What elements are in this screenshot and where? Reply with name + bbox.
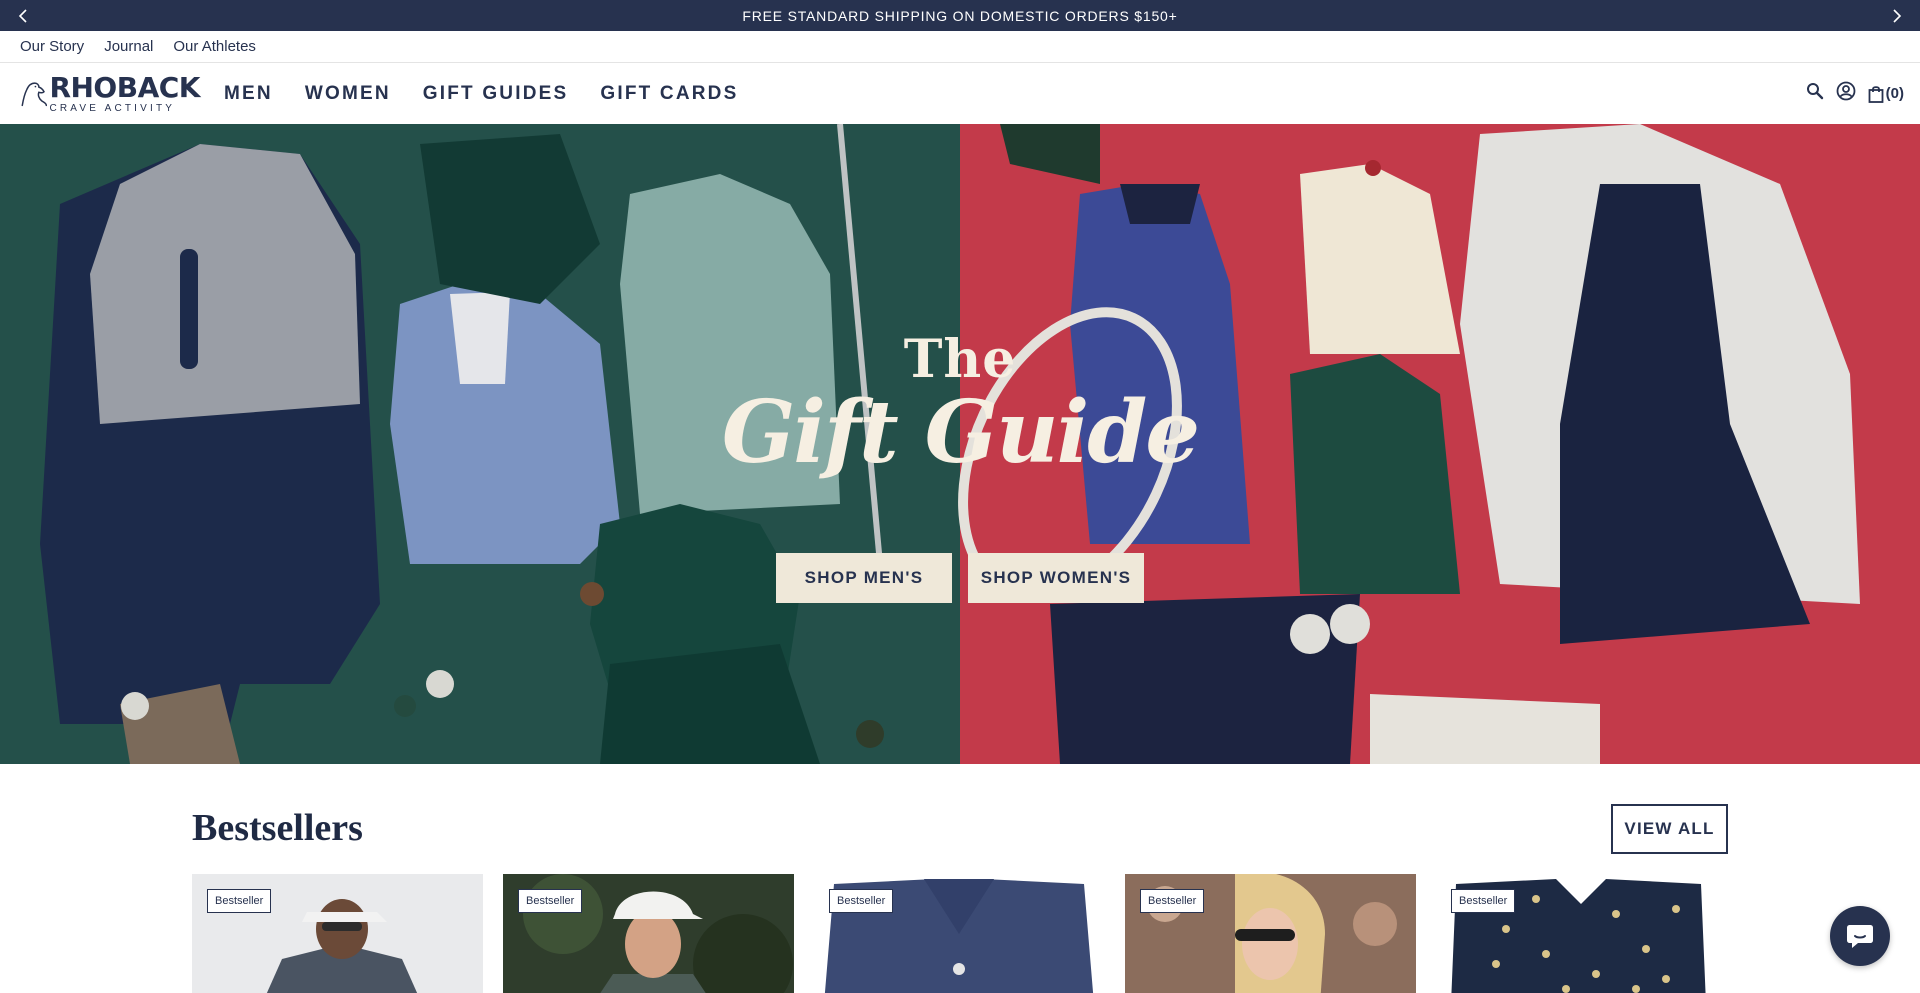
product-card[interactable]: Bestseller	[814, 874, 1105, 993]
bag-icon	[1868, 85, 1884, 103]
product-card[interactable]: Bestseller	[1436, 874, 1727, 993]
bestsellers-heading: Bestsellers	[192, 807, 363, 849]
announcement-text: FREE STANDARD SHIPPING ON DOMESTIC ORDER…	[742, 7, 1178, 24]
bestseller-badge: Bestseller	[829, 889, 894, 913]
product-card[interactable]: Bestseller	[1125, 874, 1416, 993]
bestseller-badge: Bestseller	[207, 889, 272, 913]
bestseller-badge: Bestseller	[518, 889, 583, 913]
bestseller-badge: Bestseller	[1140, 889, 1205, 913]
nav-women[interactable]: WOMEN	[305, 83, 391, 105]
logo-tagline: CRAVE ACTIVITY	[49, 102, 176, 114]
primary-nav: MEN WOMEN GIFT GUIDES GIFT CARDS	[224, 83, 738, 105]
product-card[interactable]: Bestseller	[503, 874, 794, 993]
nav-men[interactable]: MEN	[224, 83, 273, 105]
main-header: RHOBACK CRAVE ACTIVITY MEN WOMEN GIFT GU…	[0, 63, 1920, 124]
shop-womens-button[interactable]: SHOP WOMEN'S	[968, 553, 1144, 603]
cart-button[interactable]: (0)	[1868, 85, 1904, 103]
product-grid: Bestseller Bestseller Bestseller Bestsel…	[192, 874, 1727, 993]
announcement-bar: FREE STANDARD SHIPPING ON DOMESTIC ORDER…	[0, 0, 1920, 31]
hero-title-the: The	[903, 329, 1017, 390]
shop-mens-button[interactable]: SHOP MEN'S	[776, 553, 952, 603]
bestseller-badge: Bestseller	[1451, 889, 1516, 913]
utility-link-our-story[interactable]: Our Story	[20, 38, 84, 55]
chat-button[interactable]	[1830, 906, 1890, 966]
dog-logo-icon	[21, 81, 48, 106]
nav-gift-guides[interactable]: GIFT GUIDES	[423, 83, 569, 105]
utility-link-journal[interactable]: Journal	[104, 38, 153, 55]
view-all-button[interactable]: VIEW ALL	[1611, 804, 1728, 854]
account-icon[interactable]	[1836, 81, 1856, 106]
header-actions: (0)	[1806, 81, 1904, 106]
chat-bubble-icon	[1847, 925, 1873, 948]
logo-wordmark: RHOBACK	[49, 70, 200, 104]
brand-logo[interactable]: RHOBACK CRAVE ACTIVITY	[20, 71, 200, 117]
search-icon[interactable]	[1806, 82, 1824, 105]
chevron-left-icon[interactable]	[4, 0, 44, 31]
nav-gift-cards[interactable]: GIFT CARDS	[600, 83, 738, 105]
chevron-right-icon[interactable]	[1876, 0, 1916, 31]
product-card[interactable]: Bestseller	[192, 874, 483, 993]
hero-title-gift-guide: Gift Guide	[721, 382, 1200, 483]
cart-count: (0)	[1885, 85, 1904, 102]
utility-nav: Our Story Journal Our Athletes	[0, 31, 1920, 63]
utility-link-our-athletes[interactable]: Our Athletes	[173, 38, 256, 55]
hero-banner: The Gift Guide SHOP MEN'S SHOP WOMEN'S	[0, 124, 1920, 764]
